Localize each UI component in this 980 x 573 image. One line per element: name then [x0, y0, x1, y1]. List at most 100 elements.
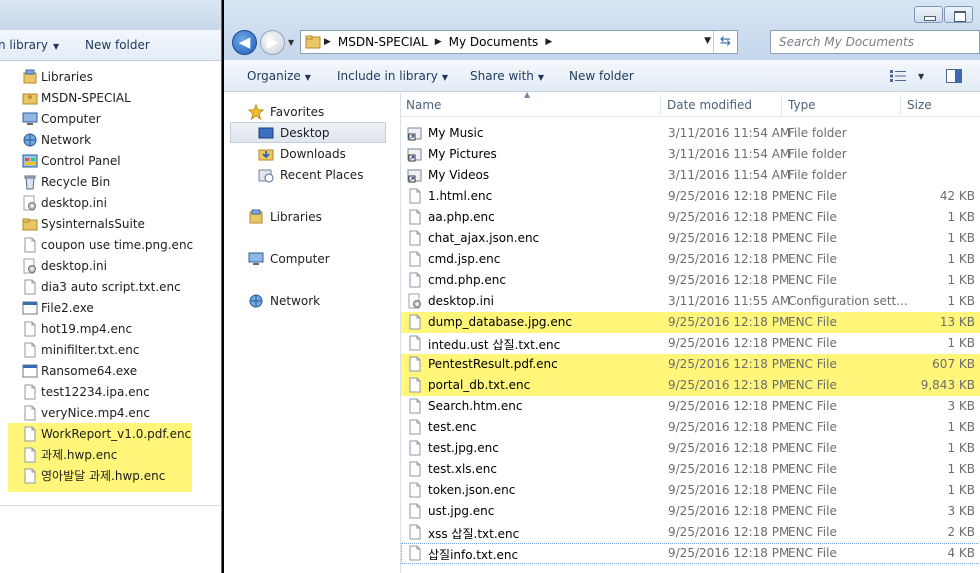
list-item[interactable]: SysinternalsSuite: [0, 213, 220, 234]
share-with-button[interactable]: Share with ▼: [470, 69, 544, 83]
include-in-library-button[interactable]: Include in library ▼: [337, 69, 448, 83]
table-row[interactable]: PentestResult.pdf.enc 9/25/2016 12:18 PM E…: [401, 354, 980, 375]
table-row[interactable]: ust.jpg.enc 9/25/2016 12:18 PM ENC File 3 K…: [401, 501, 980, 522]
list-item[interactable]: Control Panel: [0, 150, 220, 171]
column-size[interactable]: Size: [907, 98, 932, 112]
breadcrumb-my-documents[interactable]: My Documents: [449, 35, 539, 49]
table-row[interactable]: portal_db.txt.enc 9/25/2016 12:18 PM ENC F…: [401, 375, 980, 396]
file-date: 3/11/2016 11:55 AM: [668, 294, 791, 308]
breadcrumb-msdn-special[interactable]: MSDN-SPECIAL: [338, 35, 428, 49]
new-folder-button[interactable]: New folder: [569, 69, 634, 83]
file-date: 9/25/2016 12:18 PM: [668, 504, 790, 518]
file-icon: [24, 384, 36, 399]
list-item[interactable]: Recycle Bin: [0, 171, 220, 192]
file-icon: [409, 524, 421, 540]
table-row[interactable]: aa.php.enc 9/25/2016 12:18 PM ENC File 1 KB: [401, 207, 980, 228]
breadcrumb-chevron-icon[interactable]: ▶: [324, 37, 331, 47]
desktop-icon: [258, 127, 274, 138]
list-item[interactable]: File2.exe: [0, 297, 220, 318]
table-row[interactable]: intedu.ust 삽질.txt.enc 9/25/2016 12:18 PM E…: [401, 333, 980, 354]
table-row[interactable]: desktop.ini 3/11/2016 11:55 AM Configurati…: [401, 291, 980, 312]
organize-button[interactable]: Organize ▼: [247, 69, 311, 83]
file-size: 1 KB: [947, 462, 975, 476]
table-row[interactable]: cmd.jsp.enc 9/25/2016 12:18 PM ENC File 1 K…: [401, 249, 980, 270]
list-item[interactable]: 영아발달 과제.hwp.enc: [0, 465, 220, 486]
table-row[interactable]: 1.html.enc 9/25/2016 12:18 PM ENC File 42 K…: [401, 186, 980, 207]
file-date: 9/25/2016 12:18 PM: [668, 315, 790, 329]
list-item[interactable]: Computer: [0, 108, 220, 129]
new-folder-button[interactable]: New folder: [85, 38, 150, 52]
nav-recent-places[interactable]: Recent Places: [224, 164, 392, 185]
list-item[interactable]: desktop.ini: [0, 192, 220, 213]
column-divider[interactable]: [781, 95, 782, 115]
list-item[interactable]: veryNice.mp4.enc: [0, 402, 220, 423]
list-item[interactable]: 과제.hwp.enc: [0, 444, 220, 465]
file-name: My Pictures: [428, 147, 497, 161]
column-date-modified[interactable]: Date modified: [667, 98, 752, 112]
list-item[interactable]: coupon use time.png.enc: [0, 234, 220, 255]
table-row[interactable]: test.jpg.enc 9/25/2016 12:18 PM ENC File 1 …: [401, 438, 980, 459]
chevron-down-icon: ▼: [441, 73, 449, 82]
address-dropdown-icon[interactable]: ▼: [704, 36, 711, 46]
nav-computer[interactable]: Computer: [224, 248, 392, 269]
change-view-icon[interactable]: [890, 70, 906, 82]
table-row[interactable]: chat_ajax.json.enc 9/25/2016 12:18 PM ENC …: [401, 228, 980, 249]
nav-downloads[interactable]: Downloads: [224, 143, 392, 164]
list-item[interactable]: test12234.ipa.enc: [0, 381, 220, 402]
column-divider[interactable]: [900, 95, 901, 115]
list-item[interactable]: hot19.mp4.enc: [0, 318, 220, 339]
file-name: intedu.ust 삽질.txt.enc: [428, 338, 561, 352]
command-bar: Organize ▼ Include in library ▼ Share with…: [224, 60, 980, 92]
table-row[interactable]: My Videos 3/11/2016 11:54 AM File folder: [401, 165, 980, 186]
breadcrumb-chevron-icon[interactable]: ▶: [435, 37, 442, 47]
column-name[interactable]: Name: [406, 98, 441, 112]
view-options-dropdown-icon[interactable]: ▼: [918, 72, 924, 81]
computer-icon: [248, 252, 264, 265]
file-size: 1 KB: [947, 210, 975, 224]
forward-button[interactable]: ▶: [260, 30, 285, 55]
back-button[interactable]: ◀: [232, 30, 257, 55]
table-row[interactable]: My Pictures 3/11/2016 11:54 AM File folder: [401, 144, 980, 165]
file-type: ENC File: [788, 231, 837, 245]
list-item[interactable]: minifilter.txt.enc: [0, 339, 220, 360]
nav-desktop[interactable]: Desktop: [230, 122, 386, 143]
list-item[interactable]: Network: [0, 129, 220, 150]
table-row[interactable]: 삽질info.txt.enc 9/25/2016 12:18 PM ENC File…: [401, 543, 980, 564]
table-row[interactable]: cmd.php.enc 9/25/2016 12:18 PM ENC File 1 K…: [401, 270, 980, 291]
nav-libraries[interactable]: Libraries: [224, 206, 392, 227]
table-row[interactable]: dump_database.jpg.enc 9/25/2016 12:18 PM E…: [401, 312, 980, 333]
table-row[interactable]: token.json.enc 9/25/2016 12:18 PM ENC File…: [401, 480, 980, 501]
list-item[interactable]: desktop.ini: [0, 255, 220, 276]
minimize-button[interactable]: [914, 6, 943, 23]
list-item[interactable]: Ransome64.exe: [0, 360, 220, 381]
nav-network[interactable]: Network: [224, 290, 392, 311]
nav-favorites[interactable]: Favorites: [224, 101, 392, 122]
file-type: ENC File: [788, 546, 837, 560]
refresh-icon[interactable]: ⇆: [713, 31, 737, 53]
column-type[interactable]: Type: [788, 98, 816, 112]
table-row[interactable]: xss 삽질.txt.enc 9/25/2016 12:18 PM ENC File…: [401, 522, 980, 543]
table-row[interactable]: test.xls.enc 9/25/2016 12:18 PM ENC File 1 …: [401, 459, 980, 480]
exe-icon: [22, 364, 38, 377]
breadcrumb-chevron-icon[interactable]: ▶: [545, 37, 552, 47]
table-row[interactable]: test.enc 9/25/2016 12:18 PM ENC File 1 KB: [401, 417, 980, 438]
recent-pages-dropdown[interactable]: ▼: [288, 38, 294, 47]
file-icon: [409, 482, 421, 498]
address-bar[interactable]: ▶ MSDN-SPECIAL ▶ My Documents ▶ ▼ ⇆: [300, 30, 738, 54]
file-date: 9/25/2016 12:18 PM: [668, 483, 790, 497]
include-in-library-button[interactable]: n library ▼: [0, 38, 59, 52]
list-item[interactable]: MSDN-SPECIAL: [0, 87, 220, 108]
maximize-button[interactable]: [944, 6, 973, 23]
table-row[interactable]: My Music 3/11/2016 11:54 AM File folder: [401, 123, 980, 144]
preview-pane-icon[interactable]: [946, 69, 962, 83]
list-item[interactable]: dia3 auto script.txt.enc: [0, 276, 220, 297]
table-row[interactable]: Search.htm.enc 9/25/2016 12:18 PM ENC File…: [401, 396, 980, 417]
list-item[interactable]: Libraries: [0, 66, 220, 87]
file-name: 삽질info.txt.enc: [428, 548, 519, 562]
control-panel-icon: [22, 154, 38, 167]
column-divider[interactable]: [660, 95, 661, 115]
file-icon: [409, 398, 421, 414]
file-name: test.enc: [428, 420, 477, 434]
search-input[interactable]: Search My Documents: [770, 30, 980, 54]
list-item[interactable]: WorkReport_v1.0.pdf.enc: [0, 423, 220, 444]
